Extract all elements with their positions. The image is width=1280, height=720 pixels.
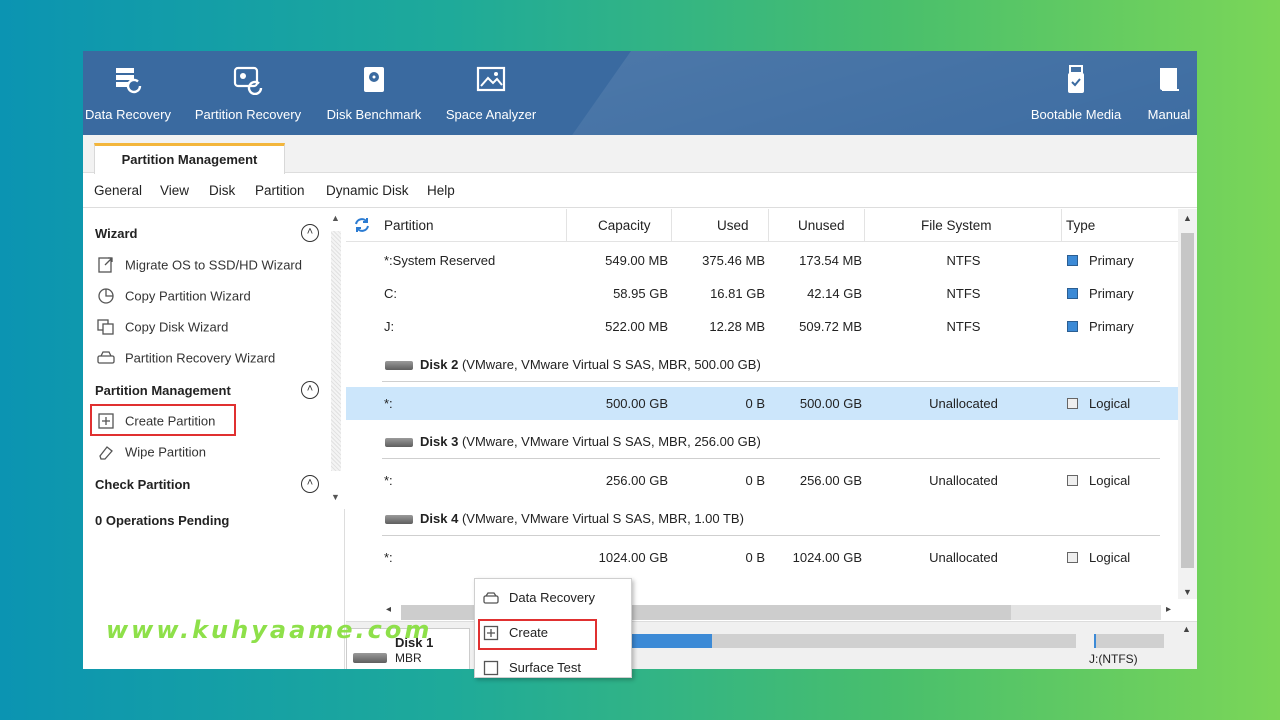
- partition-management-collapse-icon[interactable]: ˄: [301, 381, 319, 399]
- scroll-left-arrow-icon[interactable]: ◂: [386, 604, 391, 615]
- watermark: www.kuhyaame.com: [106, 616, 433, 644]
- context-menu: Data Recovery Create Surface Test: [474, 578, 632, 678]
- primary-type-icon: [1067, 321, 1078, 332]
- vertical-scroll-thumb[interactable]: [1181, 233, 1194, 568]
- sidebar: Wizard ˄ Migrate OS to SSD/HD Wizard Cop…: [83, 209, 345, 669]
- partition-recovery-wizard[interactable]: Partition Recovery Wizard: [97, 349, 275, 371]
- copy-partition-wizard[interactable]: Copy Partition Wizard: [97, 287, 251, 309]
- volume-usage-bar: [1094, 634, 1164, 648]
- hard-disk-icon: [353, 653, 387, 663]
- disk-header-row[interactable]: Disk 2 (VMware, VMware Virtual S SAS, MB…: [346, 348, 1178, 382]
- top-toolbar: Data Recovery Partition Recovery Disk Be…: [83, 51, 1197, 135]
- bootable-media-button[interactable]: Bootable Media: [1027, 51, 1125, 135]
- disk-usage-bar: [632, 634, 1076, 648]
- data-recovery-icon: [116, 68, 142, 94]
- hard-disk-icon: [385, 438, 413, 447]
- disk-header-row[interactable]: Disk 4 (VMware, VMware Virtual S SAS, MB…: [346, 502, 1178, 536]
- check-partition-section-title: Check Partition: [95, 477, 191, 492]
- table-row[interactable]: *: 256.00 GB 0 B 256.00 GB Unallocated L…: [346, 464, 1178, 497]
- book-icon: [1160, 68, 1179, 91]
- copy-disk-icon: [97, 319, 114, 335]
- partition-recovery-label: Partition Recovery: [194, 107, 302, 122]
- partition-recovery-wizard-icon: [97, 351, 115, 364]
- check-partition-collapse-icon[interactable]: ˄: [301, 475, 319, 493]
- disk-map-type: MBR: [395, 651, 422, 665]
- col-used[interactable]: Used: [717, 218, 749, 233]
- context-surface-test[interactable]: Surface Test: [483, 659, 581, 683]
- col-file-system[interactable]: File System: [921, 218, 992, 233]
- hard-disk-icon: [385, 361, 413, 370]
- primary-type-icon: [1067, 255, 1078, 266]
- table-horizontal-scrollbar[interactable]: ◂ ▸: [346, 599, 1178, 621]
- table-header: Partition Capacity Used Unused File Syst…: [346, 209, 1178, 242]
- tab-partition-management[interactable]: Partition Management: [94, 143, 285, 174]
- menu-disk[interactable]: Disk: [209, 183, 235, 198]
- sidebar-scrollbar[interactable]: ▲ ▼: [327, 209, 345, 509]
- disk-benchmark-label: Disk Benchmark: [326, 107, 422, 122]
- table-row[interactable]: *:System Reserved 549.00 MB 375.46 MB 17…: [346, 244, 1178, 277]
- disk-benchmark-button[interactable]: Disk Benchmark: [323, 51, 425, 135]
- partition-management-section-title: Partition Management: [95, 383, 231, 398]
- wipe-partition-item[interactable]: Wipe Partition: [97, 443, 206, 465]
- space-analyzer-label: Space Analyzer: [445, 107, 537, 122]
- sidebar-scroll-track[interactable]: [331, 231, 341, 471]
- col-type[interactable]: Type: [1066, 218, 1095, 233]
- create-menu-highlight: [478, 619, 597, 650]
- data-recovery-button[interactable]: Data Recovery: [83, 51, 173, 135]
- migrate-os-wizard[interactable]: Migrate OS to SSD/HD Wizard: [97, 256, 302, 278]
- menu-general[interactable]: General: [94, 183, 142, 198]
- migrate-os-icon: [98, 257, 113, 273]
- create-partition-highlight: [90, 404, 236, 436]
- eraser-icon: [99, 446, 113, 460]
- table-row[interactable]: C: 58.95 GB 16.81 GB 42.14 GB NTFS Prima…: [346, 277, 1178, 310]
- table-vertical-scrollbar[interactable]: ▲ ▼: [1178, 209, 1197, 599]
- scroll-down-arrow-icon[interactable]: ▼: [1183, 587, 1192, 597]
- bootable-media-label: Bootable Media: [1030, 107, 1122, 122]
- menu-view[interactable]: View: [160, 183, 189, 198]
- disk-benchmark-icon: [364, 67, 384, 92]
- app-window: Data Recovery Partition Recovery Disk Be…: [83, 51, 1197, 669]
- primary-type-icon: [1067, 288, 1078, 299]
- col-partition[interactable]: Partition: [384, 218, 434, 233]
- menu-dynamic-disk[interactable]: Dynamic Disk: [326, 183, 409, 198]
- tab-bar: Partition Management: [83, 135, 1197, 174]
- manual-label: Manual: [1147, 107, 1191, 122]
- volume-label: J:(NTFS): [1089, 652, 1138, 666]
- refresh-icon[interactable]: [353, 216, 371, 234]
- table-row-selected[interactable]: *: 500.00 GB 0 B 500.00 GB Unallocated L…: [346, 387, 1178, 420]
- table-row[interactable]: J: 522.00 MB 12.28 MB 509.72 MB NTFS Pri…: [346, 310, 1178, 343]
- data-recovery-label: Data Recovery: [85, 107, 171, 122]
- space-analyzer-button[interactable]: Space Analyzer: [443, 51, 539, 135]
- table-row[interactable]: *: 1024.00 GB 0 B 1024.00 GB Unallocated…: [346, 541, 1178, 574]
- logical-type-icon: [1067, 475, 1078, 486]
- wizard-collapse-icon[interactable]: ˄: [301, 224, 319, 242]
- scroll-up-arrow-icon[interactable]: ▲: [1183, 213, 1192, 223]
- usb-icon: [1068, 65, 1084, 93]
- scroll-right-arrow-icon[interactable]: ▸: [1166, 604, 1171, 615]
- col-unused[interactable]: Unused: [798, 218, 845, 233]
- logical-type-icon: [1067, 552, 1078, 563]
- drive-icon: [483, 591, 499, 604]
- scroll-down-arrow-icon[interactable]: ▼: [331, 492, 340, 502]
- menu-partition[interactable]: Partition: [255, 183, 305, 198]
- surface-test-icon: [483, 660, 499, 675]
- wizard-section-title: Wizard: [95, 226, 138, 241]
- disk-header-row[interactable]: Disk 3 (VMware, VMware Virtual S SAS, MB…: [346, 425, 1178, 459]
- scroll-up-arrow-icon[interactable]: ▲: [331, 213, 340, 223]
- copy-disk-wizard[interactable]: Copy Disk Wizard: [97, 318, 228, 340]
- partition-recovery-button[interactable]: Partition Recovery: [191, 51, 305, 135]
- copy-partition-icon: [98, 288, 114, 304]
- menu-bar: General View Disk Partition Dynamic Disk…: [83, 174, 1197, 208]
- logical-type-icon: [1067, 398, 1078, 409]
- hard-disk-icon: [385, 515, 413, 524]
- space-analyzer-icon: [476, 66, 506, 92]
- disk-usage-fill: [632, 634, 712, 648]
- menu-help[interactable]: Help: [427, 183, 455, 198]
- manual-button[interactable]: Manual: [1141, 51, 1197, 135]
- context-data-recovery[interactable]: Data Recovery: [483, 589, 595, 613]
- operations-pending: 0 Operations Pending: [95, 513, 230, 528]
- col-capacity[interactable]: Capacity: [598, 218, 651, 233]
- scroll-up-arrow-icon[interactable]: ▲: [1182, 624, 1191, 634]
- partition-recovery-icon: [233, 66, 263, 95]
